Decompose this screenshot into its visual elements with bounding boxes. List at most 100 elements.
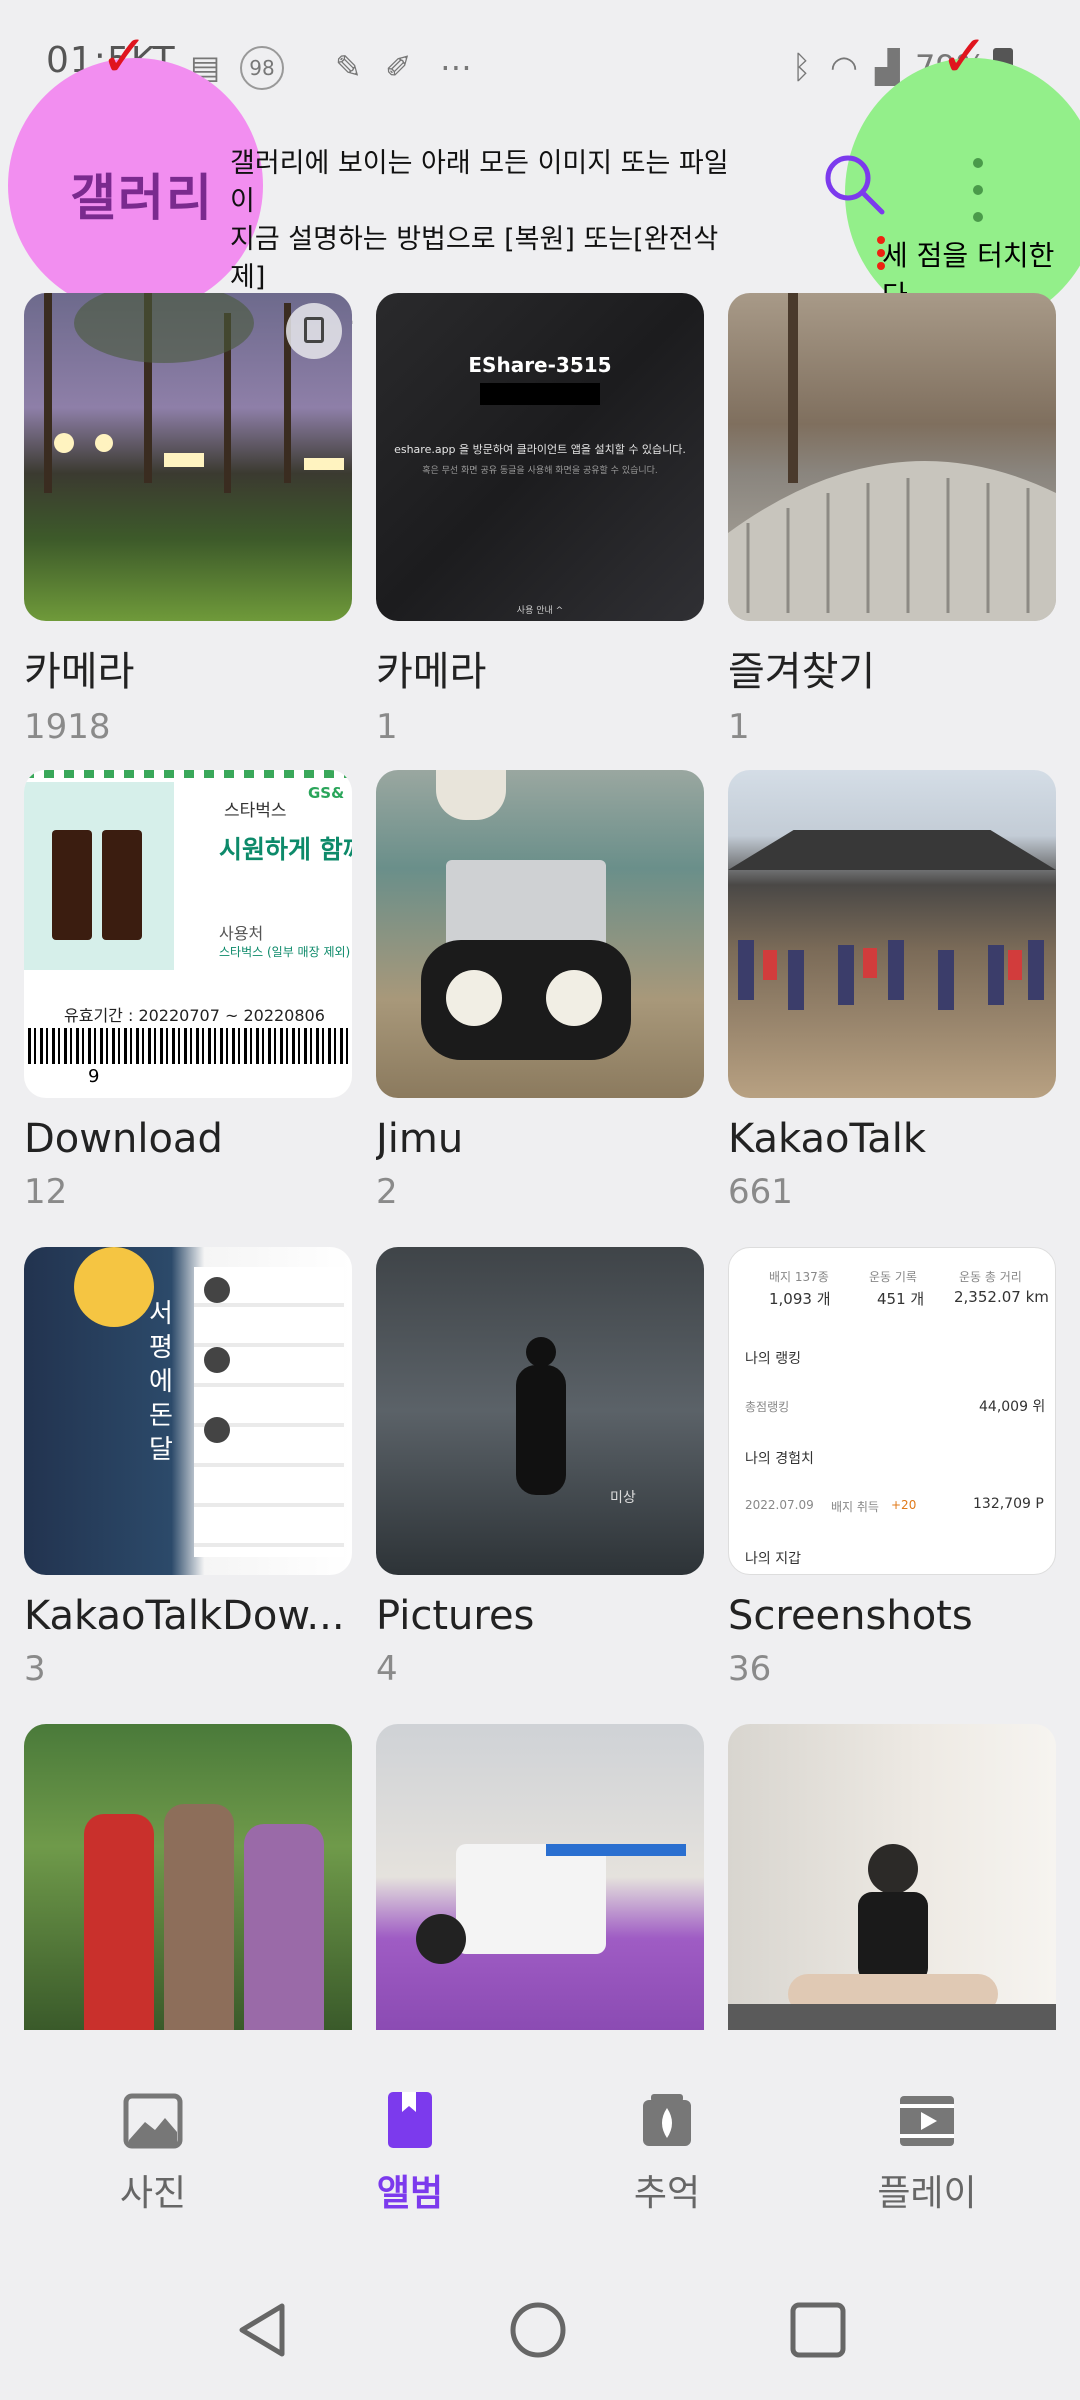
photo-icon bbox=[123, 2093, 183, 2149]
album-name: Jimu bbox=[376, 1116, 464, 1162]
album-item[interactable]: Jimu 2 bbox=[376, 770, 704, 1212]
eshare-line2: 혹은 무선 화면 공유 동글을 사용해 화면을 공유할 수 있습니다. bbox=[422, 466, 658, 476]
greenhouse-image bbox=[728, 293, 1056, 621]
coupon-use: 사용처 bbox=[219, 924, 264, 943]
coupon-number: 9 bbox=[88, 1066, 100, 1087]
sd-card-icon bbox=[286, 303, 342, 359]
more-vert-icon[interactable] bbox=[965, 155, 991, 225]
ss-rank: 나의 랭킹 bbox=[745, 1351, 801, 1367]
album-count: 661 bbox=[728, 1172, 793, 1212]
hikers-image bbox=[738, 940, 1044, 1010]
album-thumbnail[interactable] bbox=[376, 770, 704, 1098]
album-thumbnail[interactable]: 미상 bbox=[376, 1247, 704, 1575]
gallery-title: 갤러리 bbox=[70, 169, 214, 227]
album-name: Pictures bbox=[376, 1593, 535, 1639]
album-count: 3 bbox=[24, 1649, 46, 1689]
album-thumbnail[interactable]: EShare-3515 eshare.app 을 방문하여 클라이언트 앱을 설… bbox=[376, 293, 704, 621]
hanok-roof bbox=[728, 830, 1056, 870]
nav-albums-label: 앨범 bbox=[376, 2173, 444, 2214]
album-thumbnail[interactable] bbox=[24, 293, 352, 621]
album-name: KakaoTalkDow... bbox=[24, 1593, 345, 1639]
album-name: KakaoTalk bbox=[728, 1116, 927, 1162]
album-thumbnail[interactable] bbox=[728, 770, 1056, 1098]
album-icon bbox=[388, 2092, 432, 2148]
check-mark-left: ✓ bbox=[100, 22, 149, 90]
home-icon[interactable] bbox=[508, 2300, 568, 2360]
album-item[interactable]: 스타벅스 GS& 시원하게 함께 사용처 스타벅스 (일부 매장 제외) 유효기… bbox=[24, 770, 352, 1212]
eshare-guide: 사용 안내 ^ bbox=[516, 606, 564, 616]
nav-albums[interactable]: 앨범 bbox=[325, 2090, 495, 2216]
album-thumbnail[interactable] bbox=[376, 1724, 704, 2030]
album-thumbnail[interactable]: 스타벅스 GS& 시원하게 함께 사용처 스타벅스 (일부 매장 제외) 유효기… bbox=[24, 770, 352, 1098]
coupon-valid: 유효기간 : 20220707 ~ 20220806 bbox=[64, 1006, 325, 1025]
play-icon bbox=[900, 2096, 954, 2146]
book-title: 서평에 돈 달 bbox=[149, 1299, 173, 1465]
ss-record-value: 451 개 bbox=[877, 1290, 925, 1308]
album-item[interactable]: 서평에 돈 달 KakaoTalkDow... 3 bbox=[24, 1247, 352, 1689]
nav-photos[interactable]: 사진 bbox=[68, 2090, 238, 2216]
ss-badge-label: 배지 137종 bbox=[769, 1270, 829, 1284]
album-name: 카메라 bbox=[376, 649, 487, 695]
person-image bbox=[84, 1814, 154, 2030]
ss-exp-date: 2022.07.09 bbox=[745, 1498, 814, 1512]
album-thumbnail[interactable] bbox=[728, 1724, 1056, 2030]
pen-off-icon: ✐ bbox=[385, 48, 412, 86]
bluetooth-icon: ᛒ bbox=[792, 48, 812, 86]
ss-badge-value: 1,093 개 bbox=[769, 1290, 831, 1308]
pen-icon: ✎ bbox=[335, 48, 362, 86]
eshare-title: EShare-3515 bbox=[468, 353, 612, 377]
wifi-icon: ◠ bbox=[830, 48, 858, 86]
ss-wallet: 나의 지갑 bbox=[745, 1551, 801, 1567]
album-name: Screenshots bbox=[728, 1593, 973, 1639]
ss-record-label: 운동 기록 bbox=[869, 1270, 917, 1284]
yoga-person bbox=[868, 1844, 918, 1894]
coupon-place: 스타벅스 (일부 매장 제외) bbox=[219, 945, 351, 959]
ss-exp-item: 배지 취득 bbox=[831, 1500, 879, 1514]
coupon-title: 시원하게 함께 bbox=[219, 835, 352, 864]
album-item[interactable]: 카메라 1918 bbox=[24, 293, 352, 747]
signal-icon: ▟ bbox=[875, 48, 900, 86]
eshare-line1: eshare.app 을 방문하여 클라이언트 앱을 설치할 수 있습니다. bbox=[394, 443, 686, 456]
memories-icon bbox=[643, 2094, 691, 2146]
album-item[interactable]: KakaoTalk 661 bbox=[728, 770, 1056, 1212]
album-count: 36 bbox=[728, 1649, 772, 1689]
album-item[interactable]: 배지 137종 1,093 개 운동 기록 451 개 운동 총 거리 2,35… bbox=[728, 1247, 1056, 1689]
recents-icon[interactable] bbox=[788, 2300, 848, 2360]
album-count: 1918 bbox=[24, 707, 111, 747]
book-list bbox=[194, 1267, 344, 1557]
lego-robot bbox=[456, 1844, 606, 1954]
nav-play[interactable]: 플레이 bbox=[842, 2090, 1012, 2216]
moon-image bbox=[74, 1247, 154, 1327]
ss-total-label: 총점랭킹 bbox=[745, 1400, 790, 1414]
nav-memories-label: 추억 bbox=[633, 2173, 701, 2214]
album-item[interactable] bbox=[24, 1724, 352, 2030]
ss-exp-value: 132,709 P bbox=[973, 1496, 1044, 1512]
album-thumbnail[interactable] bbox=[24, 1724, 352, 2030]
child-silhouette bbox=[526, 1337, 556, 1367]
album-item[interactable] bbox=[376, 1724, 704, 2030]
album-item[interactable]: 즐겨찾기 1 bbox=[728, 293, 1056, 747]
nav-memories[interactable]: 추억 bbox=[582, 2090, 752, 2216]
coupon-brand: 스타벅스 bbox=[224, 801, 287, 821]
album-name: Download bbox=[24, 1116, 223, 1162]
album-thumbnail[interactable] bbox=[728, 293, 1056, 621]
ss-dist-value: 2,352.07 km bbox=[954, 1288, 1049, 1306]
album-item[interactable]: 미상 Pictures 4 bbox=[376, 1247, 704, 1689]
nav-play-label: 플레이 bbox=[877, 2173, 977, 2214]
pictures-caption: 미상 bbox=[610, 1490, 636, 1506]
album-count: 1 bbox=[376, 707, 398, 747]
back-icon[interactable] bbox=[234, 2300, 290, 2360]
search-icon[interactable] bbox=[822, 152, 886, 216]
album-count: 12 bbox=[24, 1172, 68, 1212]
album-thumbnail[interactable]: 배지 137종 1,093 개 운동 기록 451 개 운동 총 거리 2,35… bbox=[728, 1247, 1056, 1575]
more-notifications-icon: ⋯ bbox=[440, 48, 472, 86]
album-item[interactable] bbox=[728, 1724, 1056, 2030]
ss-exp: 나의 경험치 bbox=[745, 1451, 814, 1467]
check-mark-right: ✓ bbox=[940, 22, 989, 90]
coupon-gs: GS& bbox=[308, 784, 345, 802]
album-name: 카메라 bbox=[24, 649, 135, 695]
album-thumbnail[interactable]: 서평에 돈 달 bbox=[24, 1247, 352, 1575]
bottom-nav: 사진 앨범 추억 플레이 bbox=[0, 2040, 1080, 2220]
album-item[interactable]: EShare-3515 eshare.app 을 방문하여 클라이언트 앱을 설… bbox=[376, 293, 704, 747]
barcode bbox=[28, 1028, 348, 1064]
